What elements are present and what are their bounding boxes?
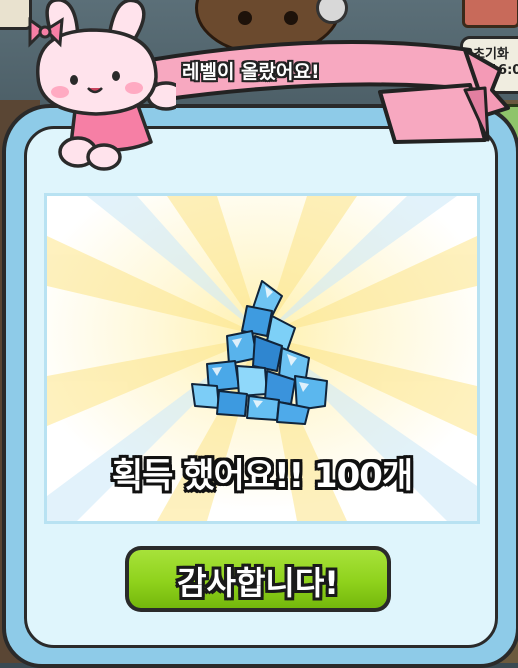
bear-eye-right <box>284 11 298 25</box>
reward-card: 획득 했어요!! 100개 <box>44 193 480 524</box>
thanks-button[interactable]: 감사합니다! <box>125 546 391 612</box>
bunny-mascot-icon <box>28 0 176 171</box>
diamond-pile-icon <box>191 280 328 425</box>
thanks-button-label: 감사합니다! <box>177 564 339 602</box>
reward-message: 획득 했어요!! 100개 <box>111 456 413 496</box>
title-ribbon <box>148 40 510 144</box>
award-ribbon-icon <box>462 0 518 28</box>
modal-title: 레벨이 올랐어요! <box>182 61 320 83</box>
bear-eye-left <box>238 11 252 25</box>
